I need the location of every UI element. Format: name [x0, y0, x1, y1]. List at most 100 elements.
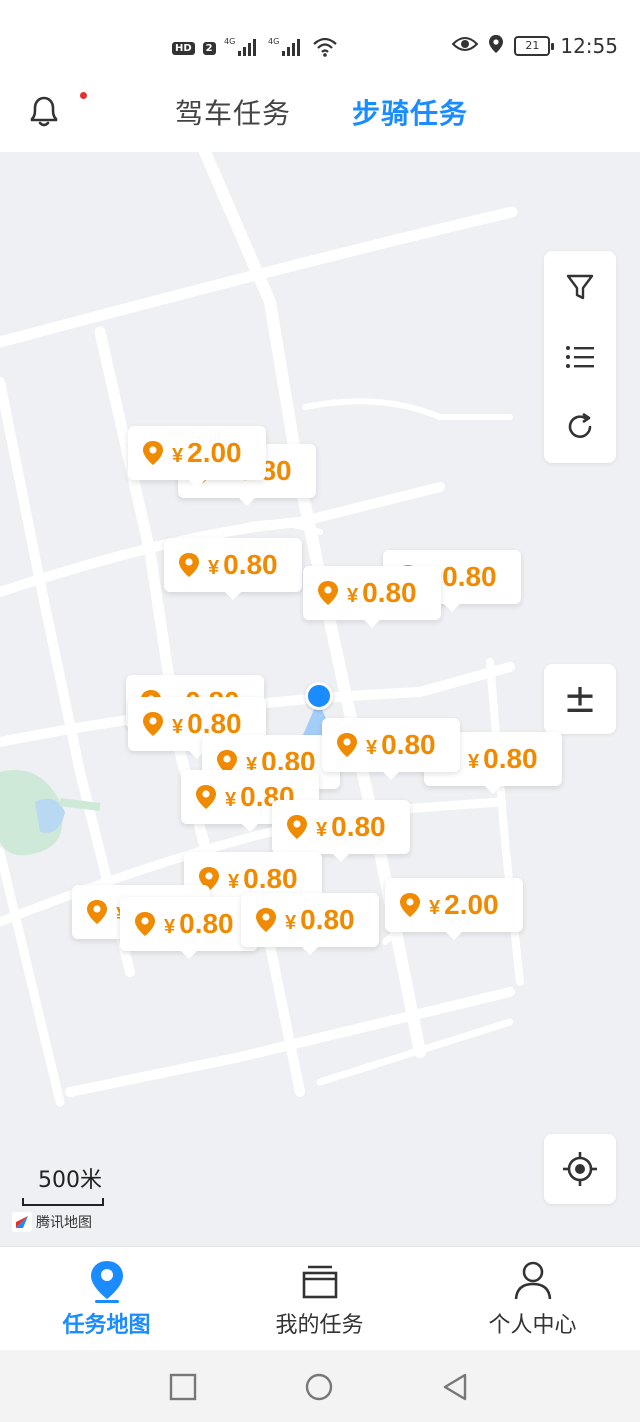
currency-symbol: ¥	[172, 445, 184, 467]
status-bar: HD 2 4G 4G 21 12:55	[0, 0, 640, 92]
map-pin-icon	[90, 1261, 123, 1303]
nav-my-tasks[interactable]: 我的任务	[213, 1247, 426, 1351]
task-price: ¥0.80	[164, 908, 234, 940]
tencent-map-logo-icon	[12, 1212, 32, 1232]
scale-bar	[22, 1198, 104, 1206]
status-icons-right: 21 12:55	[451, 34, 618, 58]
task-marker[interactable]: ¥2.00	[385, 878, 523, 940]
battery-indicator: 21	[514, 36, 555, 56]
back-icon[interactable]	[440, 1372, 470, 1402]
map-scale: 500米	[22, 1162, 112, 1206]
task-marker[interactable]: ¥0.80	[120, 897, 258, 959]
scale-label: 500米	[38, 1168, 102, 1193]
task-pin-icon	[318, 581, 338, 605]
notification-button[interactable]	[24, 92, 87, 132]
user-location-dot	[305, 682, 333, 710]
system-nav-bar	[0, 1350, 640, 1422]
notification-dot	[80, 92, 87, 99]
tab-walk-ride-tasks[interactable]: 步骑任务	[352, 92, 468, 132]
refresh-icon	[568, 412, 592, 438]
task-price: ¥0.80	[228, 863, 298, 895]
task-pin-icon	[135, 912, 155, 936]
nav-task-map[interactable]: 任务地图	[0, 1247, 213, 1351]
task-price: ¥0.80	[366, 729, 436, 761]
price-value: 0.80	[381, 729, 436, 760]
currency-symbol: ¥	[285, 912, 297, 934]
price-value: 0.80	[331, 811, 386, 842]
task-pin-icon	[87, 900, 107, 924]
task-price: ¥0.80	[347, 577, 417, 609]
nav-my-tasks-label: 我的任务	[275, 1313, 364, 1338]
price-value: 2.00	[444, 889, 499, 920]
task-price: ¥0.80	[208, 549, 278, 581]
price-value: 0.80	[442, 561, 497, 592]
map-tools-panel	[544, 251, 616, 463]
locate-me-button[interactable]	[544, 1134, 616, 1204]
nav-profile[interactable]: 个人中心	[426, 1247, 639, 1351]
bell-icon	[30, 96, 58, 127]
zoom-label: ±	[563, 676, 597, 722]
currency-symbol: ¥	[468, 751, 480, 773]
bottom-nav: 任务地图 我的任务 个人中心	[0, 1246, 640, 1350]
refresh-button[interactable]	[544, 397, 616, 457]
price-value: 0.80	[243, 863, 298, 894]
task-marker[interactable]: ¥2.00	[128, 426, 266, 488]
eye-icon	[451, 35, 479, 57]
list-icon	[566, 346, 594, 368]
recent-apps-icon[interactable]	[168, 1372, 198, 1402]
task-marker[interactable]: ¥0.80	[272, 800, 410, 862]
nav-profile-label: 个人中心	[488, 1313, 577, 1338]
tasks-stack-icon	[302, 1265, 337, 1299]
currency-symbol: ¥	[316, 819, 328, 841]
signal-icon: 4G	[224, 36, 260, 61]
user-icon	[514, 1261, 551, 1300]
map-provider-logo: 腾讯地图	[12, 1212, 92, 1232]
task-price: ¥2.00	[172, 437, 242, 469]
task-marker[interactable]: ¥0.80	[241, 893, 379, 955]
task-pin-icon	[287, 815, 307, 839]
currency-symbol: ¥	[208, 557, 220, 579]
currency-symbol: ¥	[228, 871, 240, 893]
location-status-icon	[488, 34, 504, 58]
home-icon[interactable]	[304, 1372, 334, 1402]
wifi-icon	[312, 36, 338, 61]
price-value: 0.80	[223, 549, 278, 580]
task-marker[interactable]: ¥0.80	[164, 538, 302, 600]
tab-drive-tasks[interactable]: 驾车任务	[175, 92, 291, 132]
price-value: 0.80	[362, 577, 417, 608]
task-price: ¥0.80	[468, 743, 538, 775]
signal1-label: 4G	[224, 37, 235, 46]
currency-symbol: ¥	[172, 716, 184, 738]
sim-badge: 2	[202, 42, 216, 55]
task-pin-icon	[143, 712, 163, 736]
currency-symbol: ¥	[429, 897, 441, 919]
header: 驾车任务 步骑任务	[0, 92, 640, 152]
task-pin-icon	[400, 893, 420, 917]
task-pin-icon	[196, 785, 216, 809]
status-icons-left: HD 2 4G 4G	[172, 36, 338, 61]
task-price: ¥0.80	[285, 904, 355, 936]
crosshair-icon	[563, 1152, 597, 1186]
currency-symbol: ¥	[225, 789, 237, 811]
nav-task-map-label: 任务地图	[62, 1313, 151, 1338]
task-price: ¥0.80	[316, 811, 386, 843]
hd-badge: HD	[172, 42, 195, 55]
price-value: 0.80	[483, 743, 538, 774]
task-marker[interactable]: ¥0.80	[303, 566, 441, 628]
task-marker[interactable]: ¥0.80	[322, 718, 460, 780]
task-pin-icon	[337, 733, 357, 757]
currency-symbol: ¥	[347, 585, 359, 607]
task-map[interactable]: ± ¥0.80¥2.00¥0.80¥0.80¥0.80¥0.80¥0.80¥0.…	[0, 152, 640, 1246]
price-value: 2.00	[187, 437, 242, 468]
zoom-button[interactable]: ±	[544, 664, 616, 734]
list-button[interactable]	[544, 327, 616, 387]
map-provider-label: 腾讯地图	[36, 1215, 92, 1231]
currency-symbol: ¥	[366, 737, 378, 759]
signal2-label: 4G	[268, 37, 279, 46]
filter-icon	[566, 274, 594, 300]
clock: 12:55	[560, 34, 618, 58]
signal-icon: 4G	[268, 36, 304, 61]
price-value: 0.80	[179, 908, 234, 939]
task-price: ¥2.00	[429, 889, 499, 921]
filter-button[interactable]	[544, 257, 616, 317]
